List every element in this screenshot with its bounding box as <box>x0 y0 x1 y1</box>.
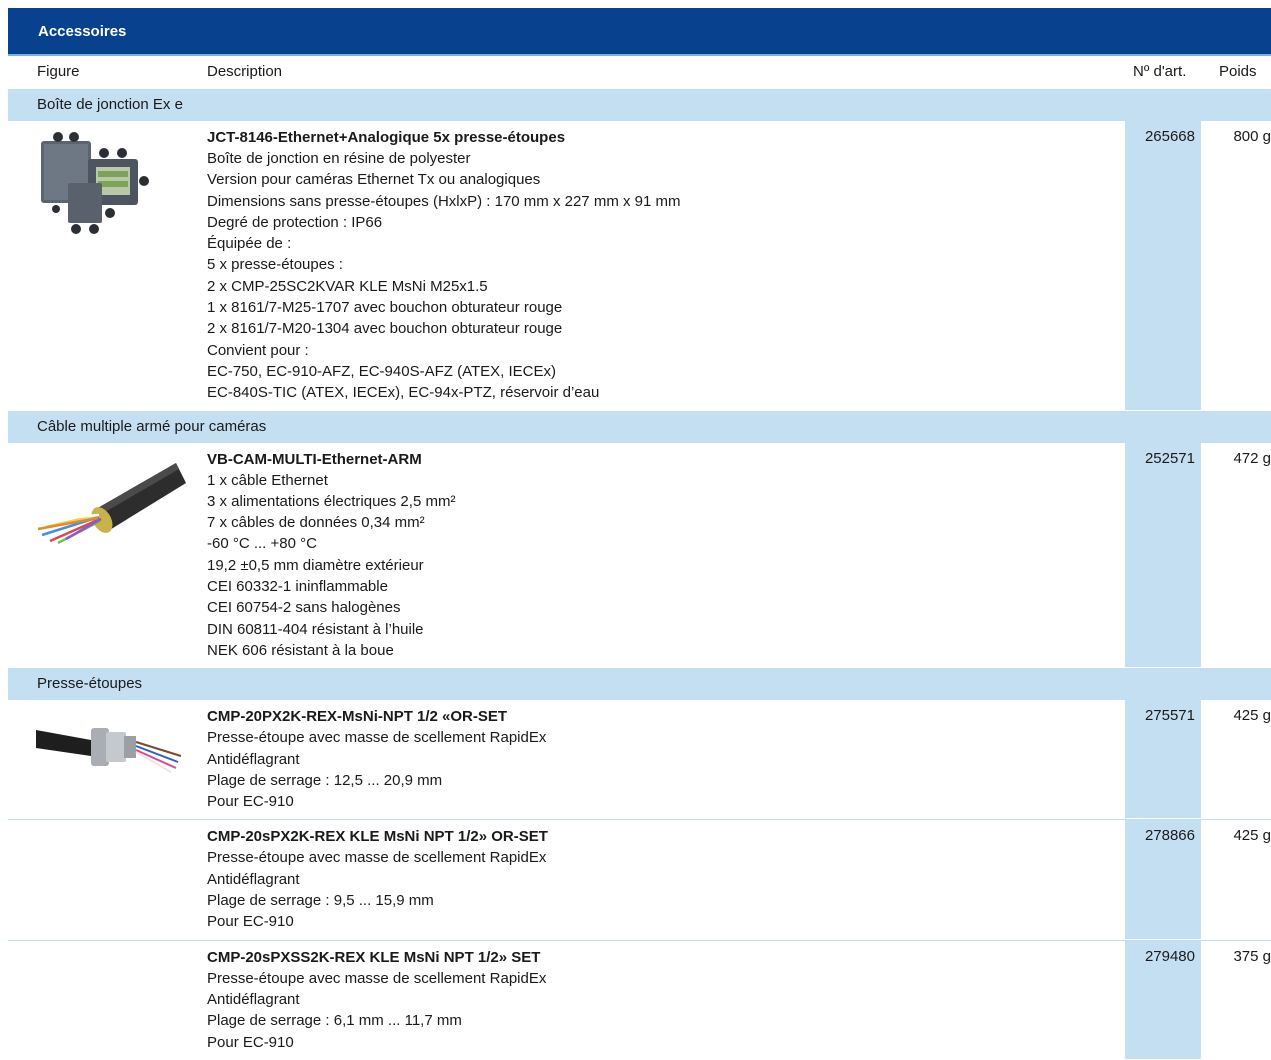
product-name: VB-CAM-MULTI-Ethernet-ARM <box>207 450 422 468</box>
description-line: Antidéflagrant <box>207 990 300 1008</box>
description-line: EC-750, EC-910-AFZ, EC-940S-AFZ (ATEX, I… <box>207 362 556 380</box>
description-line: Presse-étoupe avec masse de scellement R… <box>207 729 547 747</box>
description-line: Pour EC-910 <box>207 1033 294 1051</box>
description-line: Plage de serrage : 9,5 ... 15,9 mm <box>207 892 434 910</box>
description-line: Antidéflagrant <box>207 870 300 888</box>
description-line: Pour EC-910 <box>207 793 294 811</box>
product-description: VB-CAM-MULTI-Ethernet-ARM 1 x câble Ethe… <box>207 443 1107 668</box>
description-line: 7 x câbles de données 0,34 mm² <box>207 514 425 532</box>
column-header-row: Figure Description Nº d'art. Poids <box>8 56 1271 89</box>
article-band <box>1125 442 1201 668</box>
description-line: 3 x alimentations électriques 2,5 mm² <box>207 492 456 510</box>
column-figure: Figure <box>37 63 80 80</box>
description-line: Pour EC-910 <box>207 913 294 931</box>
product-row: 275571 425 g CMP-20PX2K-REX-MsNi-NPT 1/2… <box>8 700 1271 820</box>
column-article: Nº d'art. <box>1133 63 1187 80</box>
product-row: 279480 375 g CMP-20sPXSS2K-REX KLE MsNi … <box>8 939 1271 1060</box>
article-number: 252571 <box>1144 449 1195 467</box>
weight-value: 425 g <box>1233 827 1271 845</box>
group-cable-glands: Presse-étoupes <box>8 668 1271 701</box>
product-name: CMP-20sPXSS2K-REX KLE MsNi NPT 1/2» SET <box>207 948 541 966</box>
accessories-table: Accessoires Figure Description Nº d'art.… <box>8 8 1271 1060</box>
article-number: 265668 <box>1144 128 1195 145</box>
group-junction-box: Boîte de jonction Ex e <box>8 89 1271 121</box>
article-number: 275571 <box>1144 707 1195 725</box>
product-description: CMP-20sPX2K-REX KLE MsNi NPT 1/2» OR-SET… <box>207 820 1107 938</box>
product-row: 265668 800 g JCT-8146-Ethernet+Analogiqu… <box>8 121 1271 411</box>
product-name: JCT-8146-Ethernet+Analogique 5x presse-é… <box>207 129 566 146</box>
weight-value: 425 g <box>1233 707 1271 725</box>
weight-value: 800 g <box>1233 128 1271 145</box>
junction-box-image <box>36 129 156 243</box>
description-line: NEK 606 résistant à la boue <box>207 641 394 659</box>
description-line: CEI 60332-1 ininflammable <box>207 578 388 596</box>
product-description: CMP-20PX2K-REX-MsNi-NPT 1/2 «OR-SET Pres… <box>207 700 1107 818</box>
column-weight: Poids <box>1219 63 1257 80</box>
product-description: CMP-20sPXSS2K-REX KLE MsNi NPT 1/2» SET … <box>207 941 1107 1059</box>
weight-value: 472 g <box>1233 449 1271 467</box>
article-number: 279480 <box>1144 947 1195 965</box>
description-line: Plage de serrage : 12,5 ... 20,9 mm <box>207 771 443 789</box>
weight-value: 375 g <box>1233 947 1271 965</box>
product-row: 278866 425 g CMP-20sPX2K-REX KLE MsNi NP… <box>8 819 1271 940</box>
column-description: Description <box>207 63 283 80</box>
description-line: DIN 60811-404 résistant à l’huile <box>207 620 424 638</box>
description-line: Plage de serrage : 6,1 mm ... 11,7 mm <box>207 1012 462 1030</box>
description-line: 1 x 8161/7-M25-1707 avec bouchon obturat… <box>207 299 563 317</box>
description-line: -60 °C ... +80 °C <box>207 535 317 553</box>
cable-gland-image <box>36 706 186 780</box>
description-line: Version pour caméras Ethernet Tx ou anal… <box>207 171 541 189</box>
description-line: 2 x 8161/7-M20-1304 avec bouchon obturat… <box>207 320 563 338</box>
description-line: 5 x presse-étoupes : <box>207 256 343 274</box>
section-title: Accessoires <box>8 8 1271 56</box>
article-band <box>1125 121 1201 410</box>
description-line: Convient pour : <box>207 341 309 359</box>
group-armored-cable: Câble multiple armé pour caméras <box>8 410 1271 443</box>
description-line: 1 x câble Ethernet <box>207 471 328 489</box>
article-number: 278866 <box>1144 827 1195 845</box>
description-line: Dimensions sans presse-étoupes (HxlxP) :… <box>207 192 681 210</box>
description-line: Boîte de jonction en résine de polyester <box>207 150 471 167</box>
description-line: Équipée de : <box>207 235 292 253</box>
product-name: CMP-20sPX2K-REX KLE MsNi NPT 1/2» OR-SET <box>207 828 548 846</box>
description-line: 2 x CMP-25SC2KVAR KLE MsNi M25x1.5 <box>207 277 488 295</box>
description-line: Antidéflagrant <box>207 750 300 768</box>
product-row: 252571 472 g VB-CAM-MULTI-Ethernet-ARM 1… <box>8 442 1271 669</box>
description-line: Degré de protection : IP66 <box>207 213 383 231</box>
product-name: CMP-20PX2K-REX-MsNi-NPT 1/2 «OR-SET <box>207 708 508 726</box>
description-line: Presse-étoupe avec masse de scellement R… <box>207 969 547 987</box>
product-description: JCT-8146-Ethernet+Analogique 5x presse-é… <box>207 121 1107 410</box>
description-line: 19,2 ±0,5 mm diamètre extérieur <box>207 556 424 574</box>
armored-cable-image <box>36 449 186 548</box>
description-line: EC-840S-TIC (ATEX, IECEx), EC-94x-PTZ, r… <box>207 384 600 402</box>
description-line: Presse-étoupe avec masse de scellement R… <box>207 849 547 867</box>
description-line: CEI 60754-2 sans halogènes <box>207 599 401 617</box>
